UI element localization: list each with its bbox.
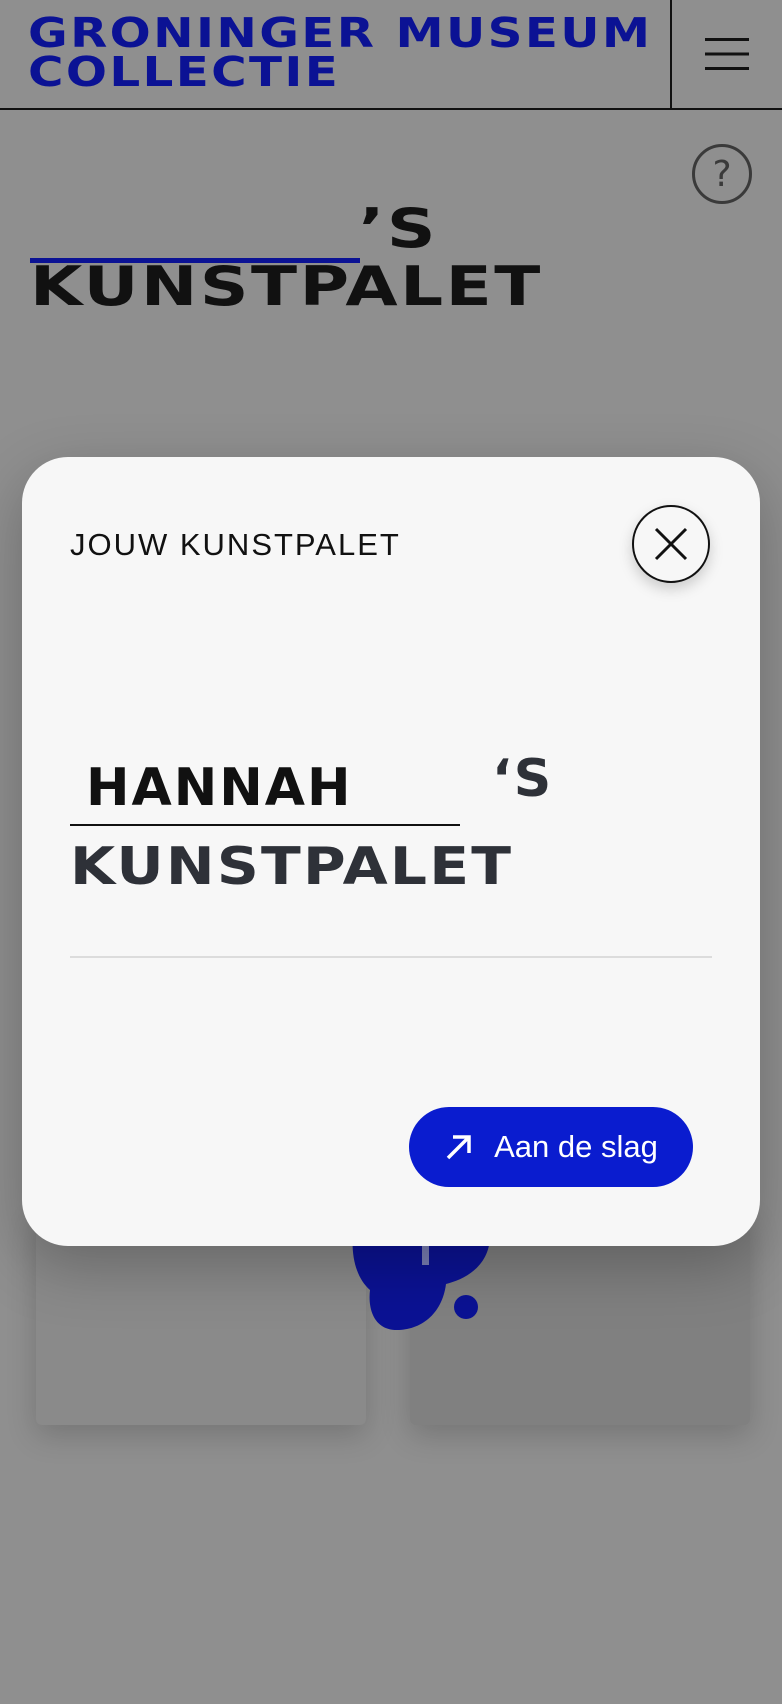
modal-label: JOUW KUNSTPALET — [70, 527, 401, 562]
brand-line-2: COLLECTIE — [28, 48, 341, 96]
name-input[interactable] — [70, 752, 460, 826]
brand-logo[interactable]: GRONINGER MUSEUM COLLECTIE — [28, 13, 782, 96]
modal-subtitle: KUNSTPALET — [70, 837, 514, 897]
page-title: ’S KUNSTPALET — [30, 200, 543, 316]
hamburger-icon — [705, 38, 749, 70]
start-button-label: Aan de slag — [494, 1129, 658, 1164]
arrow-up-right-icon — [444, 1132, 474, 1162]
help-icon: ? — [712, 153, 732, 195]
site-header: GRONINGER MUSEUM COLLECTIE — [0, 0, 782, 110]
name-suffix: ‘S — [492, 749, 554, 809]
close-icon — [654, 527, 688, 561]
modal-divider — [70, 956, 712, 958]
start-button[interactable]: Aan de slag — [409, 1107, 693, 1187]
menu-button[interactable] — [672, 0, 782, 108]
close-button[interactable] — [632, 505, 710, 583]
page-title-suffix: ’S — [358, 197, 439, 260]
kunstpalet-modal: JOUW KUNSTPALET ‘S KUNSTPALET Aan de sla… — [22, 457, 760, 1246]
help-button[interactable]: ? — [692, 144, 752, 204]
page-title-line2: KUNSTPALET — [30, 255, 543, 318]
